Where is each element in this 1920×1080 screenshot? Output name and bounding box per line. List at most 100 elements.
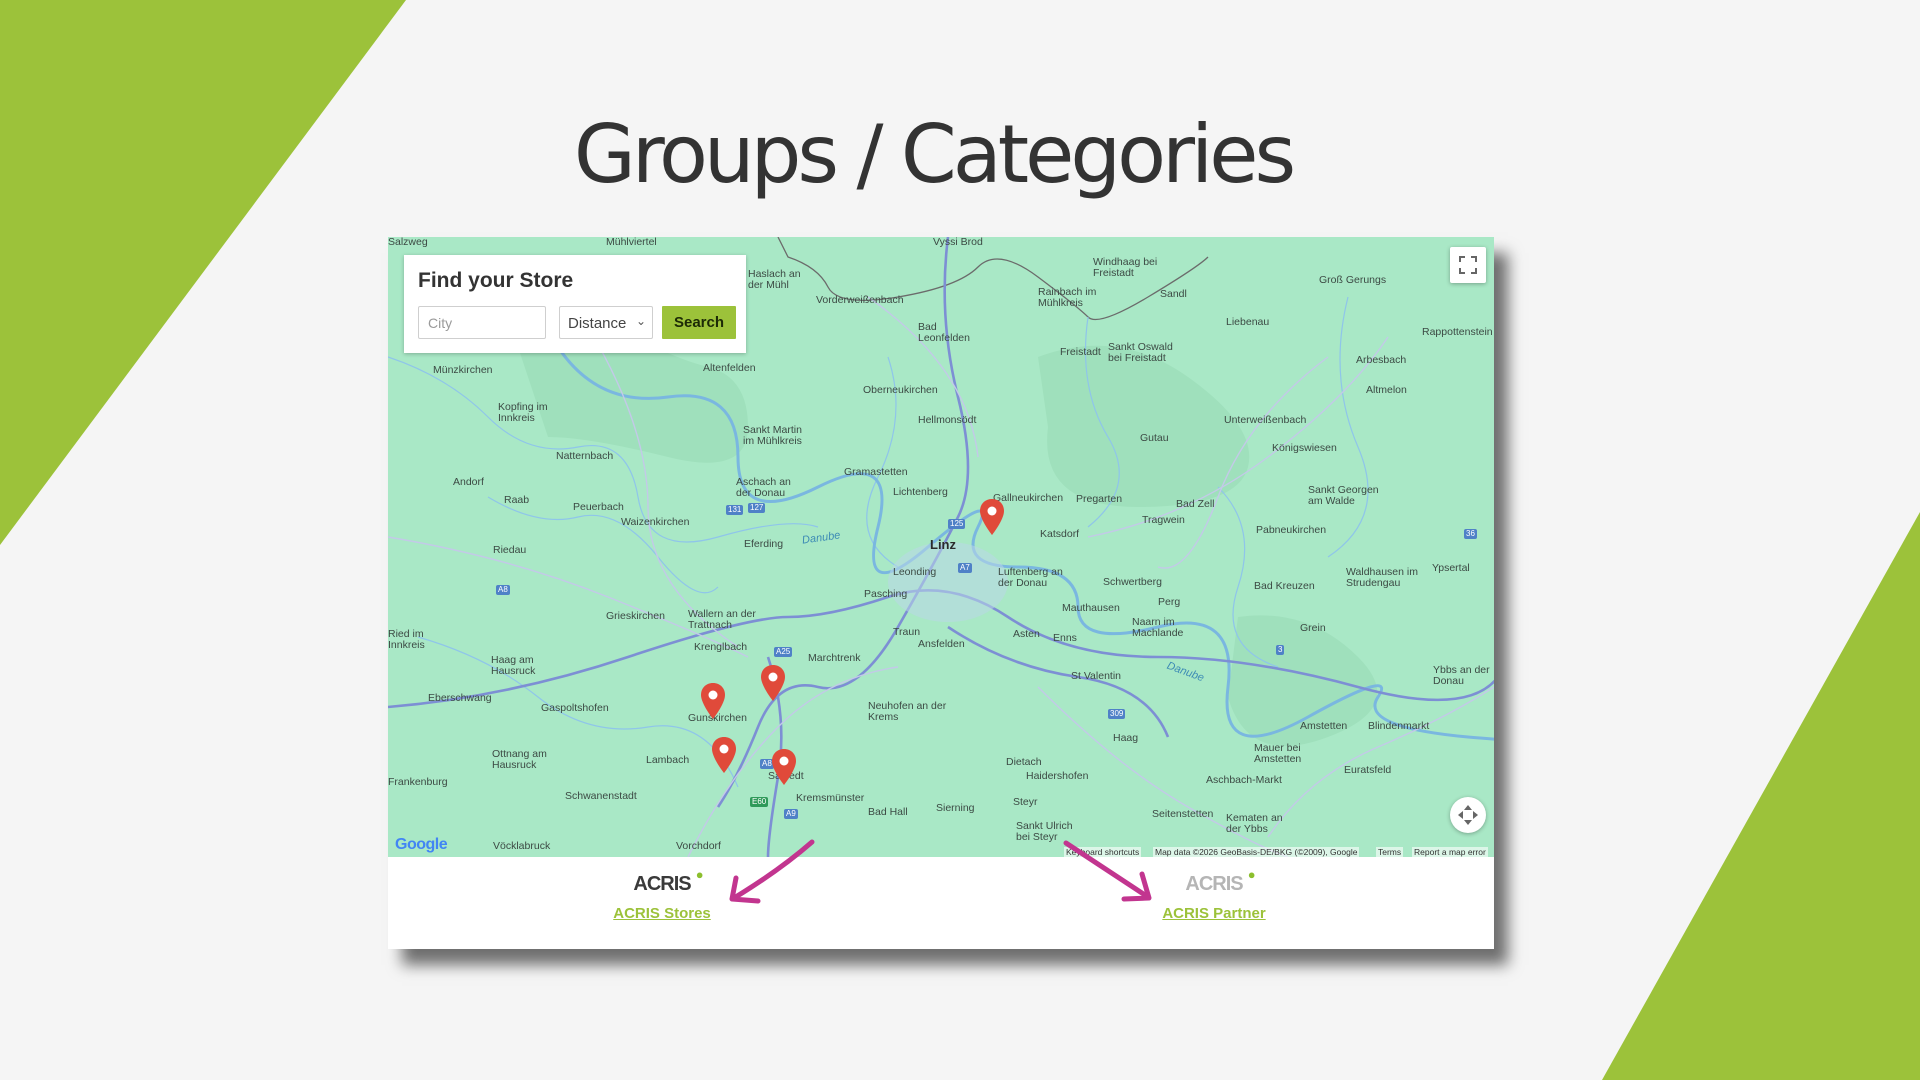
road-shield: 309 xyxy=(1108,709,1126,719)
store-marker[interactable] xyxy=(711,737,737,773)
place-label: Salzweg xyxy=(388,237,428,248)
road-shield: 3 xyxy=(1276,645,1285,655)
road-shield: A25 xyxy=(774,647,793,657)
store-locator-screenshot: Salzweg Mühlviertel Vyssi Brod Windhaag … xyxy=(388,237,1494,949)
place-label: Frankenburg xyxy=(388,776,448,788)
place-label: Kremsmünster xyxy=(796,792,865,804)
place-label: St Valentin xyxy=(1071,670,1122,682)
road-shield: 127 xyxy=(748,503,766,513)
place-label: Eferding xyxy=(744,538,784,550)
acris-logo: ACRIS ● xyxy=(1185,867,1255,895)
store-search-title: Find your Store xyxy=(418,269,574,292)
place-label: Pabneukirchen xyxy=(1256,524,1327,536)
road-shield: A7 xyxy=(958,563,972,573)
place-label: Waldhausen im Strudengau xyxy=(1346,566,1418,589)
store-marker[interactable] xyxy=(979,499,1005,535)
place-label: Vorchdorf xyxy=(676,840,721,852)
place-label: Perg xyxy=(1158,596,1181,608)
place-label: Bad Kreuzen xyxy=(1254,580,1315,592)
store-search-panel: Find your Store Distance ⌄ Search xyxy=(404,255,746,353)
place-label: Blindenmarkt xyxy=(1368,720,1430,732)
keyboard-shortcuts-link[interactable]: Keyboard shortcuts xyxy=(1064,847,1142,857)
place-label: Dietach xyxy=(1006,756,1042,768)
place-label: Naarn im Machlande xyxy=(1132,616,1184,639)
place-label: Pregarten xyxy=(1076,493,1123,505)
place-label: Kopfing im Innkreis xyxy=(498,401,548,424)
place-label: Asten xyxy=(1013,628,1040,640)
place-label: Schwanenstadt xyxy=(565,790,637,802)
place-label: Arbesbach xyxy=(1356,354,1407,366)
group-acris-stores[interactable]: ACRIS ● ACRIS Stores xyxy=(602,867,722,922)
place-label: Sankt Martin im Mühlkreis xyxy=(743,424,802,447)
place-label: Gaspoltshofen xyxy=(541,702,609,714)
city-input[interactable] xyxy=(418,306,546,339)
place-label: Altmelon xyxy=(1366,384,1407,396)
chevron-down-icon: ⌄ xyxy=(635,314,646,328)
place-label: Ypsertal xyxy=(1432,562,1470,574)
place-label: Euratsfeld xyxy=(1344,764,1392,776)
google-logo: Google xyxy=(395,836,448,853)
place-label: Tragwein xyxy=(1142,514,1185,526)
place-label: Bad Zell xyxy=(1176,498,1215,510)
store-marker[interactable] xyxy=(760,665,786,701)
distance-select-value: Distance xyxy=(568,315,627,332)
group-acris-partner[interactable]: ACRIS ● ACRIS Partner xyxy=(1154,867,1274,922)
store-marker[interactable] xyxy=(771,749,797,785)
place-label: Amstetten xyxy=(1300,720,1348,732)
place-label: Aschach an der Donau xyxy=(736,476,791,499)
place-label: Haidershofen xyxy=(1026,770,1089,782)
place-label: Königswiesen xyxy=(1272,442,1337,454)
road-shield: A8 xyxy=(496,585,510,595)
fullscreen-button[interactable] xyxy=(1450,247,1486,283)
report-error-link[interactable]: Report a map error xyxy=(1412,847,1488,857)
road-shield: E60 xyxy=(750,797,769,807)
place-label: Enns xyxy=(1053,632,1077,644)
place-label: Traun xyxy=(893,626,921,638)
place-label: Oberneukirchen xyxy=(863,384,938,396)
distance-select[interactable]: Distance ⌄ xyxy=(559,306,653,339)
place-label: Wallern an der Trattnach xyxy=(688,608,756,631)
place-label: Riedau xyxy=(493,544,527,556)
place-label: Unterweißenbach xyxy=(1224,414,1307,426)
camera-control-button[interactable] xyxy=(1450,797,1486,833)
place-label: Ansfelden xyxy=(918,638,965,650)
place-label: Gutau xyxy=(1140,432,1169,444)
place-label: Bad Leonfelden xyxy=(918,321,970,344)
place-label: Ottnang am Hausruck xyxy=(492,748,547,771)
place-label: Krenglbach xyxy=(694,641,748,653)
place-label: Vorderweißenbach xyxy=(816,294,904,306)
place-label: Pasching xyxy=(864,588,908,600)
place-label: Seitenstetten xyxy=(1152,808,1214,820)
store-map[interactable]: Salzweg Mühlviertel Vyssi Brod Windhaag … xyxy=(388,237,1494,857)
place-label: Peuerbach xyxy=(573,501,624,513)
place-label: Mauthausen xyxy=(1062,602,1120,614)
place-label: Marchtrenk xyxy=(808,652,861,664)
place-label: Groß Gerungs xyxy=(1319,274,1387,286)
place-label: Windhaag bei Freistadt xyxy=(1093,256,1158,279)
place-label: Grieskirchen xyxy=(606,610,665,622)
place-label: Freistadt xyxy=(1060,346,1101,358)
fullscreen-icon xyxy=(1459,256,1477,274)
road-shield: 36 xyxy=(1464,529,1477,539)
place-label: Rainbach im Mühlkreis xyxy=(1038,286,1097,309)
place-label: Vöcklabruck xyxy=(493,840,551,852)
place-label: Andorf xyxy=(453,476,484,488)
search-button[interactable]: Search xyxy=(662,306,736,339)
place-label: Waizenkirchen xyxy=(621,516,690,528)
terms-link[interactable]: Terms xyxy=(1376,847,1404,857)
place-label: Mühlviertel xyxy=(606,237,657,248)
place-label: Sandl xyxy=(1160,288,1187,300)
place-label: Haag am Hausruck xyxy=(491,654,536,677)
map-data-attribution: Map data ©2026 GeoBasis-DE/BKG (©2009), … xyxy=(1153,847,1360,857)
acris-partner-link[interactable]: ACRIS Partner xyxy=(1154,905,1274,922)
place-label: Haag xyxy=(1113,732,1139,744)
place-label: Rappottenstein xyxy=(1422,326,1493,338)
place-label: Schwertberg xyxy=(1103,576,1162,588)
place-label: Grein xyxy=(1300,622,1326,634)
store-marker[interactable] xyxy=(700,683,726,719)
place-label: Raab xyxy=(504,494,530,506)
acris-stores-link[interactable]: ACRIS Stores xyxy=(602,905,722,922)
place-label: Bad Hall xyxy=(868,806,908,818)
place-label: Eberschwang xyxy=(428,692,492,704)
place-label: Ybbs an der Donau xyxy=(1433,664,1490,687)
